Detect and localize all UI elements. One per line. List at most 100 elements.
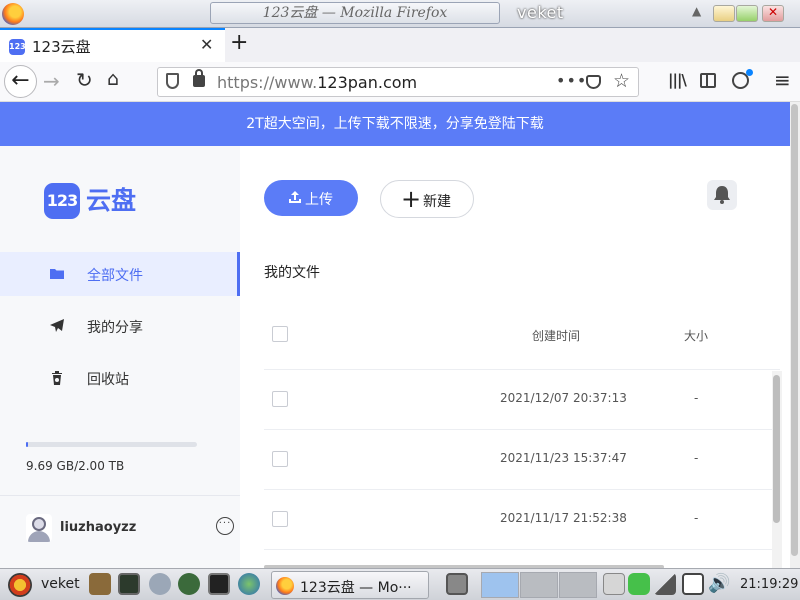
storage-usage-fill bbox=[26, 442, 28, 447]
hamburger-menu-icon[interactable]: ≡ bbox=[774, 68, 791, 92]
account-icon[interactable] bbox=[732, 69, 753, 89]
sidebar-item-all-files[interactable]: 全部文件 bbox=[0, 252, 240, 296]
lock-icon[interactable] bbox=[193, 69, 205, 87]
start-menu-label[interactable]: veket bbox=[41, 576, 80, 600]
sidebar-item-label: 我的分享 bbox=[87, 320, 143, 336]
row-checkbox[interactable] bbox=[272, 451, 288, 467]
row-checkbox[interactable] bbox=[272, 391, 288, 407]
tab-close-icon[interactable]: ✕ bbox=[200, 35, 213, 54]
page-scrollbar[interactable] bbox=[790, 102, 800, 568]
page-title: 我的文件 bbox=[264, 265, 320, 281]
arrow-up-icon[interactable]: ▲ bbox=[692, 4, 701, 18]
promo-banner: 2T超大空间，上传下载不限速，分享免登陆下载 bbox=[0, 102, 790, 146]
page-content: 2T超大空间，上传下载不限速，分享免登陆下载 123 云盘 全部文件 我的分享 … bbox=[0, 102, 790, 568]
minimize-button[interactable] bbox=[713, 5, 735, 22]
back-button[interactable]: ← bbox=[4, 65, 37, 98]
url-prefix: https://www. bbox=[217, 73, 318, 92]
sidebar-item-my-shares[interactable]: 我的分享 bbox=[0, 304, 240, 348]
column-header-created[interactable]: 创建时间 bbox=[532, 327, 580, 344]
workspace-3[interactable] bbox=[559, 572, 597, 598]
column-header-size[interactable]: 大小 bbox=[684, 327, 708, 344]
new-tab-button[interactable]: + bbox=[230, 30, 248, 55]
sidebar-item-label: 回收站 bbox=[87, 372, 129, 388]
table-scrollbar[interactable] bbox=[772, 371, 782, 568]
upload-icon bbox=[289, 191, 301, 203]
plus-icon: + bbox=[401, 185, 422, 213]
select-all-checkbox[interactable] bbox=[272, 326, 288, 342]
bell-icon bbox=[714, 186, 730, 204]
url-text[interactable]: https://www.123pan.com bbox=[217, 73, 417, 92]
storage-usage-text: 9.69 GB/2.00 TB bbox=[26, 459, 125, 473]
firefox-logo-icon bbox=[2, 3, 24, 25]
globe-icon[interactable] bbox=[238, 573, 260, 595]
row-created: 2021/11/23 15:37:47 bbox=[500, 451, 627, 465]
file-area: 上传 + 新建 我的文件 创建时间 大小 2021/12/07 20:37:13… bbox=[240, 146, 790, 568]
maximize-button[interactable] bbox=[736, 5, 758, 22]
task-firefox[interactable]: 123云盘 — Mo··· bbox=[271, 571, 429, 599]
divider bbox=[0, 495, 240, 496]
forward-button[interactable]: → bbox=[43, 69, 60, 93]
avatar[interactable] bbox=[26, 514, 52, 542]
close-icon: ✕ bbox=[767, 5, 779, 19]
keyboard-icon[interactable] bbox=[603, 573, 625, 595]
pocket-icon[interactable] bbox=[586, 75, 601, 89]
notification-bell-button[interactable] bbox=[707, 180, 737, 210]
brush-icon[interactable] bbox=[89, 573, 111, 595]
taskbar: veket 123云盘 — Mo··· 🔊 21:19:29 bbox=[0, 568, 800, 600]
disk-icon[interactable] bbox=[628, 573, 650, 595]
close-window-button[interactable]: ✕ bbox=[762, 5, 784, 22]
library-icon[interactable]: |||\ bbox=[668, 71, 687, 89]
settings-icon[interactable] bbox=[149, 573, 171, 595]
sidebar: 123 云盘 全部文件 我的分享 回收站 9.69 GB/2.00 TB liu… bbox=[0, 146, 240, 568]
new-button[interactable]: + 新建 bbox=[380, 180, 474, 218]
table-row[interactable]: 2021/12/07 20:37:13 - bbox=[264, 370, 780, 430]
home-button[interactable]: ⌂ bbox=[107, 68, 119, 90]
window-titlebar: 123云盘 — Mozilla Firefox veket ▲ ✕ bbox=[0, 0, 800, 28]
network-signal-icon[interactable] bbox=[654, 573, 676, 595]
folder-icon bbox=[50, 269, 64, 279]
send-icon bbox=[50, 319, 64, 332]
url-bar[interactable]: https://www.123pan.com ••• ☆ bbox=[157, 67, 639, 97]
trash-icon bbox=[52, 371, 62, 385]
firefox-icon bbox=[276, 577, 294, 595]
camera-icon[interactable] bbox=[446, 573, 468, 595]
workspace-2[interactable] bbox=[520, 572, 558, 598]
sidebar-item-recycle-bin[interactable]: 回收站 bbox=[0, 356, 240, 400]
task-label: 123云盘 — Mo··· bbox=[300, 580, 412, 596]
window-title: 123云盘 — Mozilla Firefox bbox=[210, 2, 500, 24]
clipboard-icon[interactable] bbox=[682, 573, 704, 595]
page-actions-button[interactable]: ••• bbox=[556, 71, 587, 90]
logo-mark: 123 bbox=[44, 183, 80, 219]
tab-123pan[interactable]: 123 123云盘 ✕ bbox=[0, 28, 225, 62]
volume-icon[interactable]: 🔊 bbox=[708, 573, 730, 597]
nav-bar: ← → ↻ ⌂ https://www.123pan.com ••• ☆ |||… bbox=[0, 62, 800, 102]
row-created: 2021/11/17 21:52:38 bbox=[500, 511, 627, 525]
media-player-icon[interactable] bbox=[178, 573, 200, 595]
tab-strip: 123 123云盘 ✕ + bbox=[0, 28, 800, 62]
tab-title: 123云盘 bbox=[32, 38, 91, 56]
username[interactable]: liuzhaoyzz bbox=[60, 520, 136, 535]
workspace-1[interactable] bbox=[481, 572, 519, 598]
file-table: 创建时间 大小 2021/12/07 20:37:13 - 2021/11/23… bbox=[264, 306, 780, 550]
sidebar-toggle-icon[interactable] bbox=[700, 73, 716, 88]
table-row[interactable]: 2021/11/23 15:37:47 - bbox=[264, 430, 780, 490]
upload-button[interactable]: 上传 bbox=[264, 180, 358, 216]
start-menu-icon[interactable] bbox=[8, 573, 32, 597]
url-host: 123pan.com bbox=[317, 73, 418, 92]
bookmark-star-icon[interactable]: ☆ bbox=[613, 70, 630, 92]
table-row[interactable]: 2021/11/17 21:52:38 - bbox=[264, 490, 780, 550]
terminal-icon[interactable] bbox=[208, 573, 230, 595]
upload-label: 上传 bbox=[305, 192, 333, 208]
system-monitor-icon[interactable] bbox=[118, 573, 140, 595]
clock: 21:19:29 bbox=[740, 577, 799, 592]
row-size: - bbox=[694, 451, 699, 465]
row-created: 2021/12/07 20:37:13 bbox=[500, 391, 627, 405]
reload-button[interactable]: ↻ bbox=[76, 68, 93, 92]
more-options-icon[interactable]: ··· bbox=[216, 517, 234, 535]
sidebar-item-label: 全部文件 bbox=[87, 268, 143, 284]
new-label: 新建 bbox=[423, 194, 451, 210]
row-size: - bbox=[694, 511, 699, 525]
tracking-shield-icon[interactable] bbox=[166, 73, 179, 89]
storage-usage-bar bbox=[26, 442, 197, 447]
row-checkbox[interactable] bbox=[272, 511, 288, 527]
